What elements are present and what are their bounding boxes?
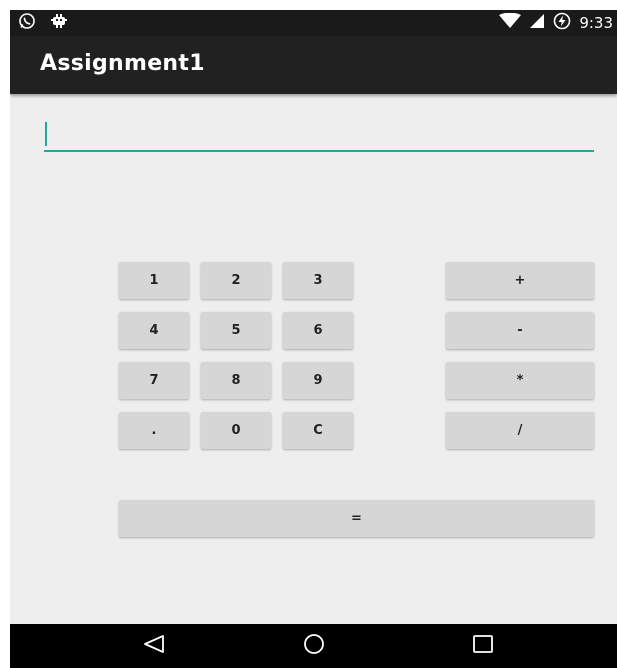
status-right-icons: 9:33: [499, 12, 613, 34]
status-time: 9:33: [579, 14, 613, 32]
recents-icon: [472, 634, 494, 658]
whatsapp-icon: [18, 12, 36, 34]
key-equals[interactable]: =: [119, 500, 594, 537]
key-decimal[interactable]: .: [119, 412, 189, 449]
home-icon: [303, 633, 325, 659]
key-7[interactable]: 7: [119, 362, 189, 399]
app-bar: Assignment1: [10, 36, 617, 94]
key-divide[interactable]: /: [446, 412, 594, 449]
navigation-bar: [10, 624, 617, 668]
key-multiply[interactable]: *: [446, 362, 594, 399]
key-clear[interactable]: C: [283, 412, 353, 449]
key-0[interactable]: 0: [201, 412, 271, 449]
signal-icon: [529, 13, 545, 33]
battery-charging-icon: [553, 12, 571, 34]
key-9[interactable]: 9: [283, 362, 353, 399]
key-6[interactable]: 6: [283, 312, 353, 349]
key-5[interactable]: 5: [201, 312, 271, 349]
back-icon: [143, 634, 165, 658]
home-button[interactable]: [294, 630, 334, 662]
notification-bug-icon: [50, 13, 68, 33]
key-minus[interactable]: -: [446, 312, 594, 349]
status-bar: 9:33: [10, 10, 617, 36]
recents-button[interactable]: [463, 630, 503, 662]
app-title: Assignment1: [40, 51, 205, 76]
back-button[interactable]: [134, 630, 174, 662]
phone-screen: 9:33 Assignment1 1 2 3 4 5 6 7 8 9 . 0 C…: [10, 10, 617, 668]
text-cursor: [45, 122, 47, 146]
display-input[interactable]: [44, 120, 594, 152]
key-plus[interactable]: +: [446, 262, 594, 299]
key-3[interactable]: 3: [283, 262, 353, 299]
status-left-icons: [18, 13, 68, 33]
key-1[interactable]: 1: [119, 262, 189, 299]
key-2[interactable]: 2: [201, 262, 271, 299]
key-8[interactable]: 8: [201, 362, 271, 399]
key-4[interactable]: 4: [119, 312, 189, 349]
wifi-icon: [499, 12, 522, 33]
